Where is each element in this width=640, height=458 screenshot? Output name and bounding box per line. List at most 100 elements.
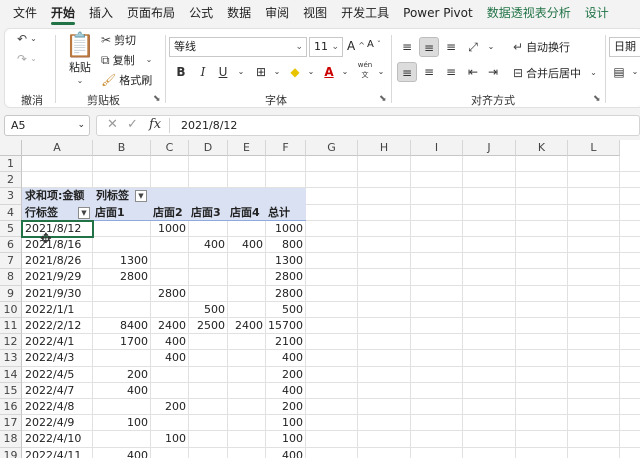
pivot-value-cell[interactable] — [93, 237, 148, 253]
pivot-value-cell[interactable]: 400 — [228, 237, 263, 253]
undo-button[interactable]: ↶ ⌄ — [17, 33, 37, 45]
pivot-value-cell[interactable] — [151, 269, 186, 285]
align-center-icon[interactable]: ≡ — [419, 62, 439, 82]
pivot-value-cell[interactable] — [189, 448, 225, 458]
pivot-value-cell[interactable] — [151, 253, 186, 269]
pivot-value-cell[interactable] — [93, 350, 148, 366]
pivot-value-cell[interactable]: 100 — [93, 415, 148, 431]
pivot-value-cell[interactable] — [189, 269, 225, 285]
pivot-value-cell[interactable]: 1300 — [93, 253, 148, 269]
enter-icon[interactable]: ✓ — [127, 117, 138, 132]
pivot-row-item[interactable]: 2022/4/3 — [25, 350, 93, 366]
chevron-down-icon[interactable]: ⌄ — [625, 62, 640, 82]
pivot-value-cell[interactable] — [151, 448, 186, 458]
tab-8[interactable]: 开发工具 — [334, 0, 396, 26]
row-header-10[interactable]: 10 — [0, 301, 22, 318]
pivot-value-cell[interactable]: 400 — [93, 448, 148, 458]
tab-7[interactable]: 视图 — [296, 0, 334, 26]
pivot-value-cell[interactable]: 200 — [151, 399, 186, 415]
align-left-icon[interactable]: ≡ — [397, 62, 417, 82]
pivot-value-cell[interactable]: 1300 — [266, 253, 303, 269]
pivot-row-item[interactable]: 2021/8/26 — [25, 253, 93, 269]
pivot-value-cell[interactable] — [228, 286, 263, 302]
column-header-L[interactable]: L — [568, 140, 620, 156]
pivot-row-item[interactable]: 2021/8/16 — [25, 237, 93, 253]
column-header-G[interactable]: G — [306, 140, 358, 156]
pivot-value-cell[interactable] — [151, 302, 186, 318]
pivot-row-item[interactable]: 2022/4/11 — [25, 448, 93, 458]
tab-3[interactable]: 页面布局 — [120, 0, 182, 26]
column-header-I[interactable]: I — [411, 140, 463, 156]
row-header-13[interactable]: 13 — [0, 350, 22, 367]
pivot-value-cell[interactable]: 500 — [189, 302, 225, 318]
pivot-value-cell[interactable] — [151, 415, 186, 431]
pivot-value-cell[interactable] — [189, 399, 225, 415]
column-header-B[interactable]: B — [93, 140, 151, 156]
pivot-value-cell[interactable] — [189, 253, 225, 269]
format-painter-button[interactable]: 🖌 格式刷 — [101, 72, 152, 88]
pivot-value-cell[interactable]: 200 — [266, 399, 303, 415]
font-size-select[interactable]: 11 ⌄ — [309, 37, 343, 57]
row-header-6[interactable]: 6 — [0, 237, 22, 254]
pivot-value-cell[interactable] — [228, 431, 263, 447]
column-header-H[interactable]: H — [358, 140, 411, 156]
underline-button[interactable]: U — [213, 62, 233, 82]
tab-9[interactable]: Power Pivot — [396, 0, 480, 26]
pivot-value-cell[interactable] — [228, 367, 263, 383]
align-top-icon[interactable]: ≡ — [397, 37, 417, 57]
dialog-launcher-icon[interactable]: ⬊ — [379, 94, 387, 104]
pivot-value-cell[interactable] — [228, 269, 263, 285]
wrap-text-button[interactable]: ↵ 自动换行 — [513, 39, 570, 55]
pivot-value-cell[interactable] — [93, 286, 148, 302]
dialog-launcher-icon[interactable]: ⬊ — [153, 94, 161, 104]
pivot-value-cell[interactable] — [228, 302, 263, 318]
row-header-4[interactable]: 4 — [0, 204, 22, 221]
pivot-value-cell[interactable] — [189, 415, 225, 431]
pivot-value-cell[interactable] — [93, 399, 148, 415]
cut-button[interactable]: ✂ 剪切 — [101, 32, 136, 48]
row-header-18[interactable]: 18 — [0, 431, 22, 448]
name-box[interactable]: A5 ⌄ — [4, 115, 90, 136]
pivot-value-cell[interactable] — [93, 302, 148, 318]
column-header-A[interactable]: A — [22, 140, 93, 156]
pivot-value-cell[interactable] — [189, 221, 225, 237]
pivot-value-cell[interactable]: 8400 — [93, 318, 148, 334]
pivot-value-cell[interactable]: 400 — [189, 237, 225, 253]
decrease-indent-icon[interactable]: ⇤ — [463, 62, 483, 82]
formula-input[interactable]: ✕ ✓ fx 2021/8/12 — [96, 115, 640, 136]
pivot-value-cell[interactable]: 100 — [266, 431, 303, 447]
pivot-value-cell[interactable] — [228, 350, 263, 366]
select-all-corner[interactable] — [0, 140, 22, 156]
grow-font-button[interactable]: A ^ — [347, 39, 365, 53]
pivot-row-item[interactable]: 2021/8/12 — [25, 221, 93, 237]
chevron-down-icon[interactable]: ⌄ — [335, 62, 355, 82]
align-bottom-icon[interactable]: ≡ — [441, 37, 461, 57]
pivot-value-cell[interactable]: 2500 — [189, 318, 225, 334]
pivot-value-cell[interactable]: 200 — [93, 367, 148, 383]
number-format-select[interactable]: 日期 — [609, 37, 640, 57]
tab-1[interactable]: 开始 — [44, 0, 82, 26]
pivot-value-cell[interactable]: 400 — [93, 383, 148, 399]
row-header-3[interactable]: 3 — [0, 188, 22, 205]
pivot-value-cell[interactable]: 1000 — [266, 221, 303, 237]
pivot-value-cell[interactable]: 800 — [266, 237, 303, 253]
column-header-C[interactable]: C — [151, 140, 189, 156]
row-header-15[interactable]: 15 — [0, 382, 22, 399]
pivot-row-item[interactable]: 2022/4/8 — [25, 399, 93, 415]
chevron-down-icon[interactable]: ⌄ — [481, 37, 501, 57]
row-header-17[interactable]: 17 — [0, 415, 22, 432]
pivot-value-cell[interactable]: 400 — [151, 350, 186, 366]
copy-button[interactable]: ⧉ 复制 ⌄ — [101, 52, 152, 68]
pivot-value-cell[interactable] — [228, 399, 263, 415]
pivot-value-cell[interactable] — [93, 221, 148, 237]
pivot-value-cell[interactable] — [189, 350, 225, 366]
pivot-value-cell[interactable] — [228, 383, 263, 399]
pivot-value-cell[interactable] — [228, 253, 263, 269]
pivot-value-cell[interactable]: 2400 — [151, 318, 186, 334]
pivot-value-cell[interactable] — [228, 448, 263, 458]
shrink-font-button[interactable]: Aˇ — [367, 39, 381, 50]
pivot-value-cell[interactable]: 400 — [266, 448, 303, 458]
pivot-value-cell[interactable] — [189, 431, 225, 447]
tab-0[interactable]: 文件 — [6, 0, 44, 26]
row-header-2[interactable]: 2 — [0, 172, 22, 189]
